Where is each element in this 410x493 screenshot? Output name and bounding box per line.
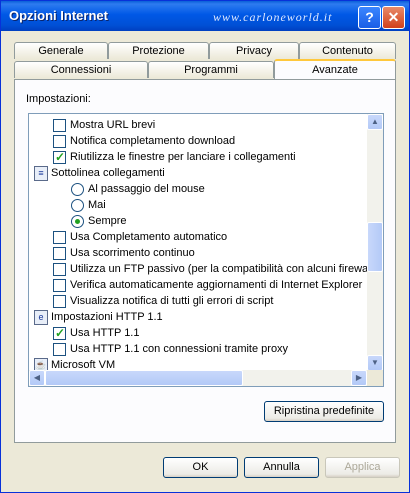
settings-label: Impostazioni: [26, 93, 91, 105]
checkbox[interactable] [53, 247, 66, 260]
radio-button[interactable] [71, 183, 84, 196]
setting-item[interactable]: Mai [29, 197, 365, 213]
checkbox[interactable] [53, 343, 66, 356]
setting-item[interactable]: Usa scorrimento continuo [29, 245, 365, 261]
ie-icon: e [34, 310, 48, 325]
setting-item[interactable]: Visualizza notifica di tutti gli errori … [29, 293, 365, 309]
radio-dot-icon [75, 219, 80, 224]
tab-programmi[interactable]: Programmi [148, 61, 274, 78]
setting-label: Mostra URL brevi [70, 119, 156, 131]
link-settings-icon: ≡ [34, 166, 48, 181]
horizontal-scroll-thumb[interactable] [45, 370, 243, 386]
checkmark-icon: ✓ [55, 150, 66, 164]
setting-item[interactable]: Al passaggio del mouse [29, 181, 365, 197]
apply-button[interactable]: Applica [325, 457, 400, 478]
ok-button[interactable]: OK [163, 457, 238, 478]
horizontal-scrollbar[interactable]: ◀ ▶ [29, 370, 367, 386]
setting-item[interactable]: Usa Completamento automatico [29, 229, 365, 245]
checkbox-checked[interactable]: ✓ [53, 150, 66, 164]
title-bar[interactable]: Opzioni Internet www.carloneworld.it ? ✕ [1, 1, 409, 31]
setting-label: Impostazioni HTTP 1.1 [51, 311, 163, 323]
settings-list[interactable]: Mostra URL brevi Notifica completamento d… [28, 113, 384, 387]
help-button[interactable]: ? [358, 6, 381, 29]
scroll-down-icon[interactable]: ▼ [367, 355, 383, 371]
setting-item[interactable]: Notifica completamento download [29, 133, 365, 149]
setting-item[interactable]: Mostra URL brevi [29, 117, 365, 133]
setting-item[interactable]: Verifica automaticamente aggiornamenti d… [29, 277, 365, 293]
tab-avanzate[interactable]: Avanzate [274, 59, 396, 79]
settings-group: ≡ Sottolinea collegamenti [29, 165, 365, 181]
cancel-button[interactable]: Annulla [244, 457, 319, 478]
setting-label: Al passaggio del mouse [88, 183, 205, 195]
tab-privacy[interactable]: Privacy [209, 42, 299, 59]
setting-item[interactable]: Usa HTTP 1.1 con connessioni tramite pro… [29, 341, 365, 357]
setting-label: Notifica completamento download [70, 135, 236, 147]
setting-label: Visualizza notifica di tutti gli errori … [70, 295, 274, 307]
restore-defaults-button[interactable]: Ripristina predefinite [264, 401, 384, 422]
setting-label: Verifica automaticamente aggiornamenti d… [70, 279, 363, 291]
scroll-corner [367, 370, 383, 386]
tab-contenuto[interactable]: Contenuto [299, 42, 396, 59]
checkbox-checked[interactable]: ✓ [53, 326, 66, 340]
vertical-scrollbar[interactable]: ▲ ▼ [367, 114, 383, 371]
checkbox[interactable] [53, 295, 66, 308]
setting-item[interactable]: Sempre [29, 213, 365, 229]
scroll-up-icon[interactable]: ▲ [367, 114, 383, 130]
window-title: Opzioni Internet [9, 8, 108, 23]
setting-label: Riutilizza le finestre per lanciare i co… [70, 151, 296, 163]
setting-label: Mai [88, 199, 106, 211]
setting-item[interactable]: ✓ Usa HTTP 1.1 [29, 325, 365, 341]
radio-button[interactable] [71, 199, 84, 212]
checkbox[interactable] [53, 135, 66, 148]
setting-label: Usa HTTP 1.1 con connessioni tramite pro… [70, 343, 289, 355]
setting-label: Usa scorrimento continuo [70, 247, 195, 259]
checkbox[interactable] [53, 263, 66, 276]
setting-label: Usa HTTP 1.1 [70, 327, 140, 339]
setting-label: Sempre [88, 215, 127, 227]
vertical-scroll-thumb[interactable] [367, 222, 383, 272]
tab-connessioni[interactable]: Connessioni [14, 61, 148, 78]
close-button[interactable]: ✕ [382, 6, 405, 29]
scroll-left-icon[interactable]: ◀ [29, 370, 45, 386]
setting-label: Sottolinea collegamenti [51, 167, 165, 179]
scroll-right-icon[interactable]: ▶ [351, 370, 367, 386]
radio-selected[interactable] [71, 215, 84, 228]
setting-label: Utilizza un FTP passivo (per la compatib… [70, 263, 374, 275]
watermark: www.carloneworld.it [213, 10, 333, 24]
setting-item[interactable]: ✓ Riutilizza le finestre per lanciare i c… [29, 149, 365, 165]
checkbox[interactable] [53, 279, 66, 292]
settings-group: e Impostazioni HTTP 1.1 [29, 309, 365, 325]
checkbox[interactable] [53, 119, 66, 132]
tab-protezione[interactable]: Protezione [108, 42, 209, 59]
checkmark-icon: ✓ [55, 326, 66, 340]
options-window: Opzioni Internet www.carloneworld.it ? ✕… [0, 0, 410, 493]
checkbox[interactable] [53, 231, 66, 244]
setting-label: Usa Completamento automatico [70, 231, 228, 243]
tab-generale[interactable]: Generale [14, 42, 108, 59]
setting-item[interactable]: Utilizza un FTP passivo (per la compatib… [29, 261, 373, 277]
